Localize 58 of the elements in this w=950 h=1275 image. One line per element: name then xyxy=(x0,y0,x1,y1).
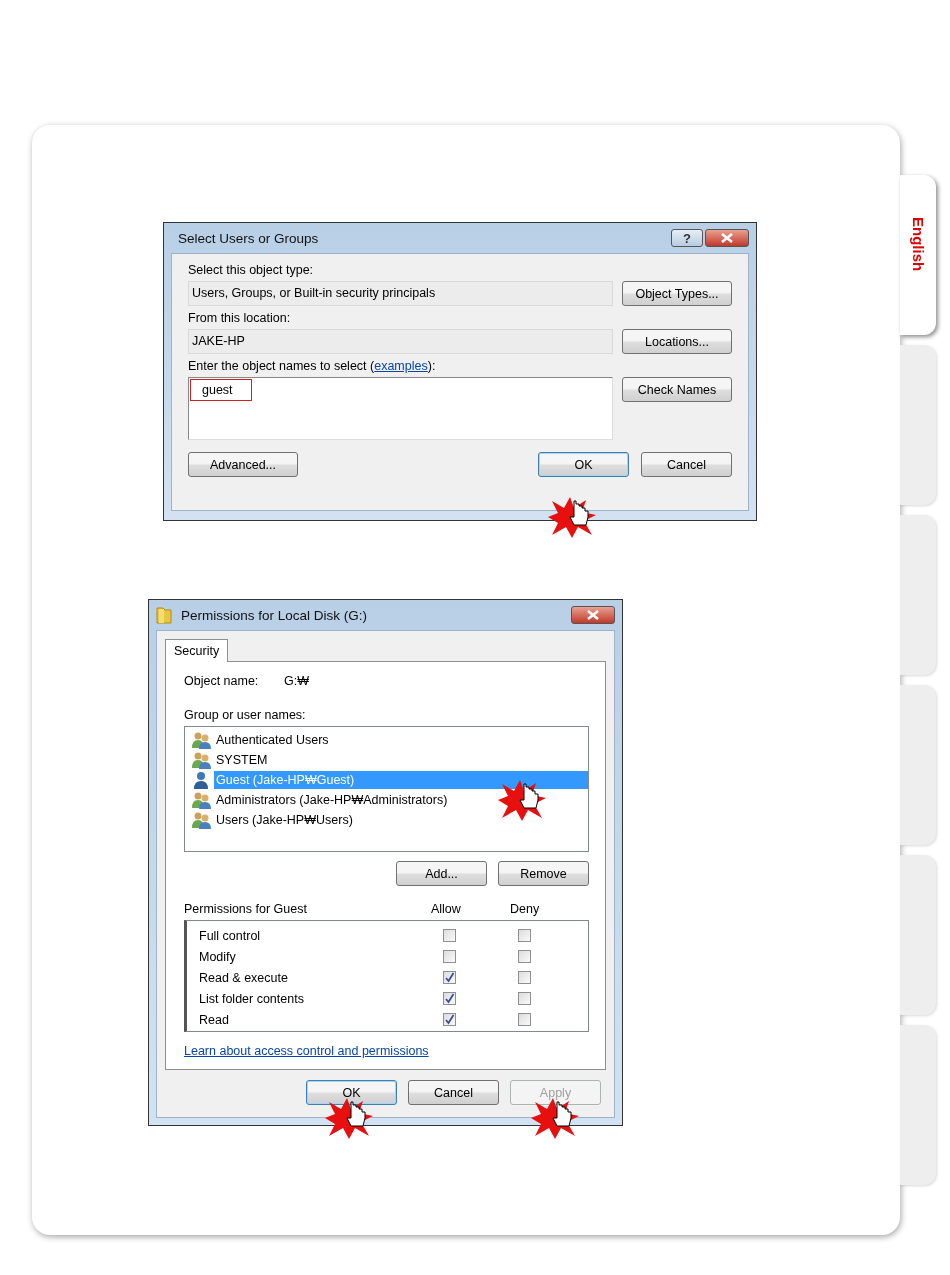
group-icon xyxy=(191,811,213,829)
user-list-item[interactable]: Administrators (Jake-HP₩Administrators) xyxy=(214,791,588,809)
object-types-button[interactable]: Object Types... xyxy=(622,281,732,306)
user-list-item[interactable]: Authenticated Users xyxy=(214,731,588,749)
close-icon xyxy=(720,233,734,243)
field-label: Group or user names: xyxy=(184,708,307,722)
permissions-label: Permissions for Guest xyxy=(184,902,308,916)
close-button[interactable] xyxy=(705,229,749,247)
help-button[interactable]: ? xyxy=(671,229,703,247)
deny-checkbox[interactable] xyxy=(518,950,531,963)
field-label: Object name: xyxy=(184,674,260,688)
permission-name: Modify xyxy=(199,949,237,964)
group-icon xyxy=(191,791,213,809)
deny-checkbox[interactable] xyxy=(518,971,531,984)
typed-name: guest xyxy=(190,379,252,401)
advanced-button[interactable]: Advanced... xyxy=(188,452,298,477)
window-title: Select Users or Groups xyxy=(177,230,319,246)
folder-icon xyxy=(156,606,172,624)
dialog-button[interactable]: Cancel xyxy=(641,452,732,477)
column-header: Deny xyxy=(510,902,541,916)
group-icon xyxy=(191,731,213,749)
location-field: JAKE-HP xyxy=(188,329,613,354)
permission-name: Full control xyxy=(199,928,262,943)
allow-checkbox[interactable] xyxy=(443,1013,456,1026)
dialog-button[interactable]: Cancel xyxy=(408,1080,499,1105)
user-list-item[interactable]: SYSTEM xyxy=(214,751,588,769)
field-label: Select this object type: xyxy=(188,263,315,277)
permission-name: Read & execute xyxy=(199,970,289,985)
field-label: Enter the object names to select (examples): xyxy=(188,359,437,373)
group-icon xyxy=(191,751,213,769)
locations-button[interactable]: Locations... xyxy=(622,329,732,354)
user-list-item[interactable]: Users (Jake-HP₩Users) xyxy=(214,811,588,829)
window-title: Permissions for Local Disk (G:) xyxy=(180,607,368,623)
field-label: From this location: xyxy=(188,311,292,325)
allow-checkbox[interactable] xyxy=(443,929,456,942)
permission-name: Read xyxy=(199,1012,230,1027)
permission-name: List folder contents xyxy=(199,991,305,1006)
dialog-button[interactable]: OK xyxy=(306,1080,397,1105)
object-type-field: Users, Groups, or Built-in security principals xyxy=(188,281,613,306)
check-names-button[interactable]: Check Names xyxy=(622,377,732,402)
deny-checkbox[interactable] xyxy=(518,992,531,1005)
allow-checkbox[interactable] xyxy=(443,950,456,963)
object-name-value: G:₩ xyxy=(284,674,309,688)
close-icon xyxy=(586,610,600,620)
security-tab[interactable]: Security xyxy=(165,639,229,662)
side-tab[interactable]: English xyxy=(900,175,936,335)
allow-checkbox[interactable] xyxy=(443,971,456,984)
allow-checkbox[interactable] xyxy=(443,992,456,1005)
dialog-button[interactable]: OK xyxy=(538,452,629,477)
column-header: Allow xyxy=(430,902,462,916)
close-button[interactable] xyxy=(571,606,615,624)
help-link[interactable]: Learn about access control and permissions xyxy=(184,1044,429,1058)
remove-button[interactable]: Remove xyxy=(498,861,589,886)
deny-checkbox[interactable] xyxy=(518,929,531,942)
add-button[interactable]: Add... xyxy=(396,861,487,886)
object-names-field[interactable]: guest xyxy=(188,377,613,440)
examples-link[interactable]: examples xyxy=(374,359,428,373)
deny-checkbox[interactable] xyxy=(518,1013,531,1026)
